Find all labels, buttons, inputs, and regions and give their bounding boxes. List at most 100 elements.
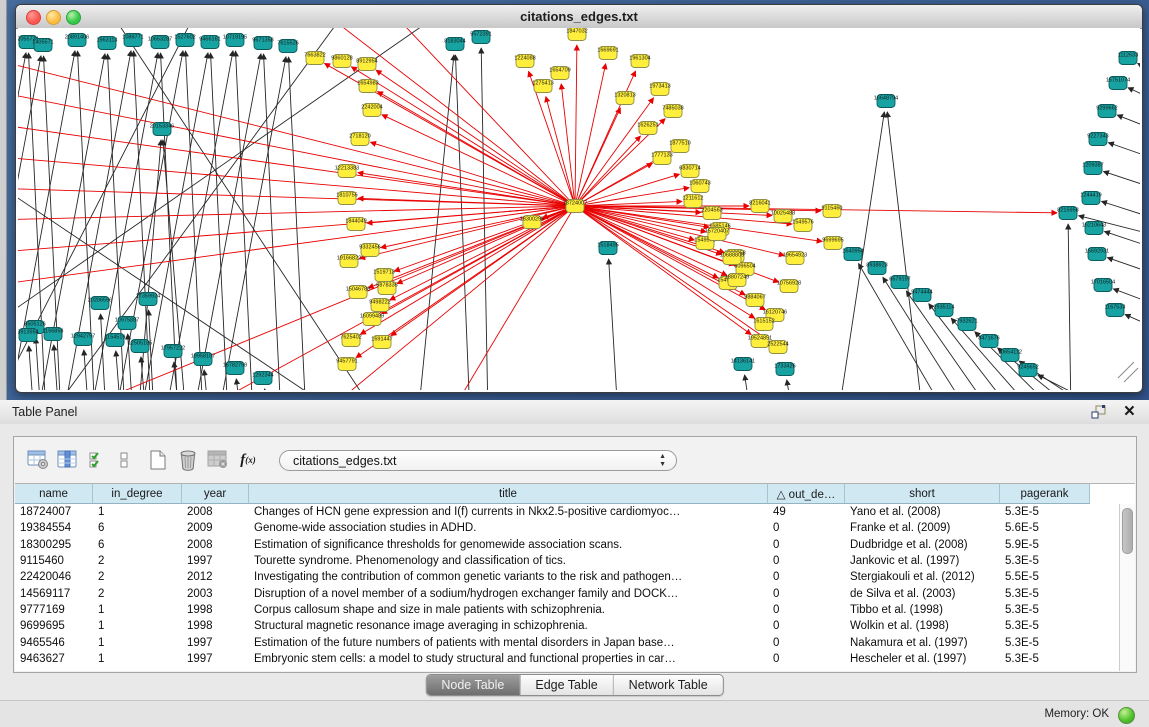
graph-node[interactable]: 9671358 — [252, 37, 273, 50]
table-cell[interactable]: 1997 — [182, 653, 249, 665]
table-row[interactable]: 1938455462009Genome-wide association stu… — [15, 520, 1135, 536]
table-row[interactable]: 1456911722003Disruption of a novel membe… — [15, 585, 1135, 601]
column-header[interactable]: short — [845, 484, 1000, 504]
graph-node[interactable]: 17359924 — [136, 293, 160, 306]
column-header[interactable]: △ out_de… — [768, 484, 845, 504]
table-cell[interactable]: 0 — [768, 604, 845, 616]
graph-node[interactable]: 10653287 — [148, 36, 172, 49]
graph-node[interactable]: 7625402 — [340, 334, 361, 347]
graph-node[interactable]: 1519713 — [373, 269, 394, 282]
graph-node[interactable]: 1405571 — [32, 39, 53, 52]
window-resize-grip[interactable] — [1118, 362, 1138, 382]
table-cell[interactable]: 1 — [93, 653, 182, 665]
graph-node[interactable]: 1691447 — [371, 336, 392, 349]
table-cell[interactable]: 5.6E-5 — [1000, 522, 1090, 534]
graph-node[interactable]: 10688809 — [720, 252, 744, 265]
table-scrollbar-thumb[interactable] — [1122, 508, 1133, 554]
table-cell[interactable]: Nakamura et al. (1997) — [845, 637, 1000, 649]
graph-node[interactable]: 20153346 — [150, 123, 174, 136]
close-panel-icon[interactable]: × — [1124, 400, 1135, 423]
graph-node[interactable]: 1963113 — [96, 37, 117, 50]
graph-node[interactable]: 1961304 — [629, 55, 650, 68]
graph-node[interactable]: 9332456 — [359, 244, 380, 257]
graph-node[interactable]: 1112633 — [1118, 52, 1139, 65]
table-scrollbar[interactable] — [1119, 504, 1135, 671]
graph-node[interactable]: 20891406 — [65, 34, 89, 47]
graph-node[interactable]: 16782759 — [223, 362, 247, 375]
graph-node[interactable]: 1669691 — [597, 47, 618, 60]
graph-node[interactable]: 1060743 — [689, 180, 710, 193]
column-header[interactable]: title — [249, 484, 768, 504]
table-cell[interactable]: 1997 — [182, 555, 249, 567]
table-cell[interactable]: Tibbo et al. (1998) — [845, 604, 1000, 616]
graph-node[interactable]: 12213383 — [335, 165, 359, 178]
table-cell[interactable]: Estimation of the future numbers of pati… — [249, 637, 768, 649]
graph-node[interactable]: 10719195 — [223, 34, 247, 47]
graph-node[interactable]: 15720407 — [705, 228, 729, 241]
graph-node[interactable]: 17957222 — [161, 345, 185, 358]
graph-node[interactable]: 1847032 — [566, 28, 587, 41]
graph-node[interactable]: 1320813 — [614, 92, 635, 105]
table-row[interactable]: 946362711997Embryonic stem cells: a mode… — [15, 651, 1135, 667]
graph-node[interactable]: 7485038 — [662, 105, 683, 118]
graph-node[interactable]: 1209387 — [1082, 162, 1103, 175]
graph-node[interactable]: 14136141 — [731, 358, 755, 371]
graph-node[interactable]: 9245652 — [1017, 364, 1038, 377]
graph-node[interactable]: 6830714 — [679, 165, 700, 178]
graph-node[interactable]: 15751074 — [1106, 77, 1130, 90]
graph-node[interactable]: 16210643 — [1082, 222, 1106, 235]
graph-node[interactable]: 5572391 — [470, 31, 491, 44]
graph-node[interactable]: 1518495 — [597, 242, 618, 255]
graph-node[interactable]: 10975887 — [115, 317, 139, 330]
table-cell[interactable]: Franke et al. (2009) — [845, 522, 1000, 534]
graph-node[interactable]: 18300295 — [520, 216, 544, 229]
graph-node[interactable]: 9860128 — [331, 55, 352, 68]
graph-node[interactable]: 12505185 — [128, 340, 152, 353]
graph-node[interactable]: 1615152 — [753, 318, 774, 331]
graph-node[interactable]: 1626251 — [637, 122, 658, 135]
network-canvas[interactable]: 1872400718300295205572414055712089140619… — [18, 28, 1140, 390]
show-columns-icon[interactable] — [53, 446, 83, 474]
table-select[interactable]: citations_edges.txt ▲▼ — [279, 450, 677, 471]
table-cell[interactable]: 9699695 — [15, 620, 93, 632]
table-cell[interactable]: Jankovic et al. (1997) — [845, 555, 1000, 567]
table-cell[interactable]: 1 — [93, 604, 182, 616]
graph-node[interactable]: 1224088 — [514, 55, 535, 68]
graph-node[interactable]: 1549576 — [792, 219, 813, 232]
table-cell[interactable]: Changes of HCN gene expression and I(f) … — [249, 506, 768, 518]
graph-node[interactable]: 9884067 — [744, 294, 765, 307]
table-cell[interactable]: 5.3E-5 — [1000, 506, 1090, 518]
delete-table-icon[interactable] — [173, 446, 203, 474]
graph-node[interactable]: 1156858 — [42, 328, 63, 341]
table-cell[interactable]: 0 — [768, 539, 845, 551]
table-cell[interactable]: 18300295 — [15, 539, 93, 551]
graph-node[interactable]: 3913954 — [18, 329, 39, 342]
table-cell[interactable]: 49 — [768, 506, 845, 518]
table-cell[interactable]: 2 — [93, 555, 182, 567]
graph-node[interactable]: 1089771 — [122, 34, 143, 47]
citation-network-graph[interactable]: 1872400718300295205572414055712089140619… — [18, 28, 1140, 390]
table-cell[interactable]: 6 — [93, 539, 182, 551]
graph-node[interactable]: 19166822 — [337, 255, 361, 268]
graph-node[interactable]: 1527602 — [174, 34, 195, 47]
graph-node[interactable]: 8183044 — [444, 38, 465, 51]
graph-node[interactable]: 8215958 — [1057, 207, 1078, 220]
column-header[interactable]: year — [182, 484, 249, 504]
table-cell[interactable]: Hescheler et al. (1997) — [845, 653, 1000, 665]
graph-node[interactable]: 1733426 — [774, 363, 795, 376]
table-row[interactable]: 911546021997Tourette syndrome. Phenomeno… — [15, 553, 1135, 569]
graph-node[interactable]: 1654983 — [357, 80, 378, 93]
graph-node[interactable]: 9115460 — [821, 205, 842, 218]
row-height-icon[interactable] — [113, 446, 135, 474]
graph-node[interactable]: 2718120 — [349, 133, 370, 146]
graph-node[interactable]: 1275413 — [532, 80, 553, 93]
graph-node[interactable]: 9474444 — [911, 289, 932, 302]
network-window-titlebar[interactable]: citations_edges.txt — [16, 5, 1142, 29]
table-cell[interactable]: 1 — [93, 506, 182, 518]
table-cell[interactable]: 5.9E-5 — [1000, 539, 1090, 551]
graph-node[interactable]: 1777133 — [651, 152, 672, 165]
table-cell[interactable]: Wolkin et al. (1998) — [845, 620, 1000, 632]
graph-node[interactable]: 7663822 — [304, 52, 325, 65]
graph-node[interactable]: 9299662 — [1096, 105, 1117, 118]
tab-node-table[interactable]: Node Table — [426, 675, 520, 695]
